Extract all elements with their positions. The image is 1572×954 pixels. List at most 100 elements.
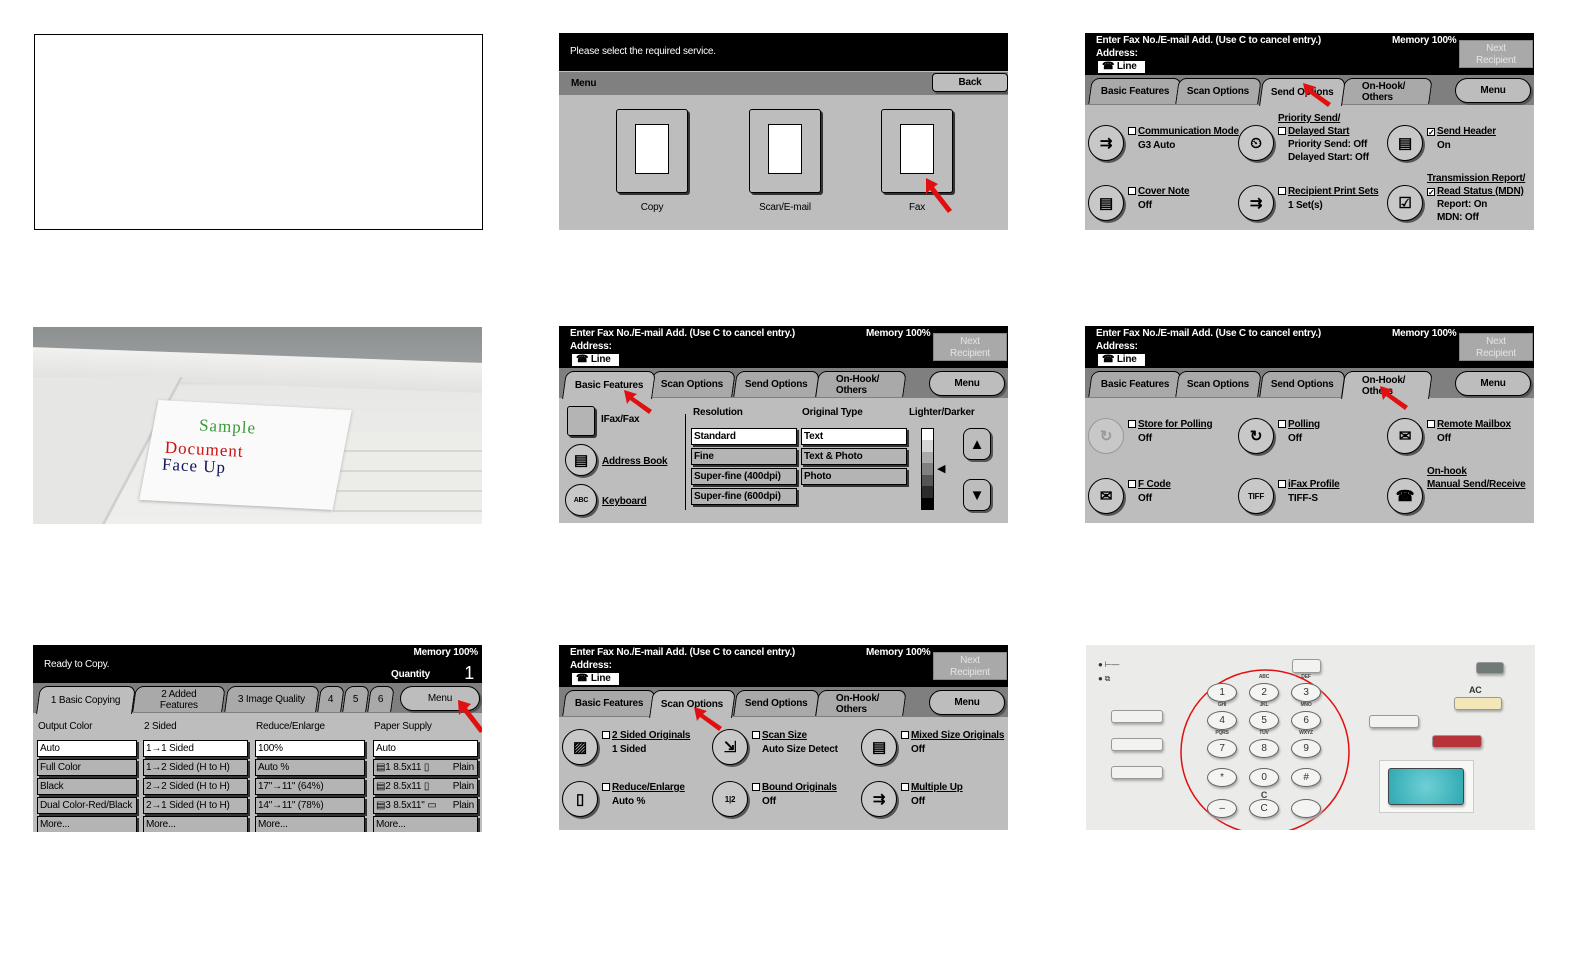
energy-saver-button[interactable] — [1476, 662, 1504, 674]
copy-option[interactable]: Dual Color-Red/Black — [37, 797, 137, 814]
option-store-for-polling[interactable]: Store for Polling Off — [1128, 419, 1213, 445]
keypad-key[interactable]: 0 — [1249, 768, 1279, 787]
next-recipient-button[interactable]: Next Recipient — [933, 652, 1007, 680]
option-polling[interactable]: Polling Off — [1278, 419, 1320, 445]
copy-option[interactable]: ▤2 8.5x11 ▯ Plain — [373, 778, 478, 795]
keyboard-icon[interactable]: ABC — [565, 484, 597, 516]
copy-option[interactable]: 1→1 Sided — [143, 740, 248, 757]
lighter-button[interactable]: ▲ — [963, 428, 991, 460]
communication-mode-icon[interactable]: ⇉ — [1088, 125, 1124, 161]
option-scan-size[interactable]: Scan Size Auto Size Detect — [752, 730, 838, 756]
tab-scan-options[interactable]: Scan Options — [1175, 371, 1262, 397]
keypad-key[interactable] — [1291, 799, 1321, 818]
copy-tab-2[interactable]: 2 Added Features — [132, 686, 226, 712]
copy-option[interactable]: 17"→11" (64%) — [255, 778, 365, 795]
next-recipient-button[interactable]: Next Recipient — [933, 333, 1007, 361]
tab-scan-options[interactable]: Scan Options — [649, 371, 736, 397]
bound-originals-icon[interactable]: 1|2 — [712, 781, 748, 817]
keypad-key[interactable]: 4 — [1207, 711, 1237, 730]
option-checkbox[interactable]: ✓ — [1427, 187, 1435, 196]
tab-on-hook-others[interactable]: On-Hook/ Others — [815, 690, 907, 716]
option-checkbox[interactable] — [1278, 187, 1286, 195]
keypad-key[interactable]: 5 — [1249, 711, 1279, 730]
two-sided-originals-icon[interactable]: ▨ — [562, 729, 598, 765]
recipient-print-sets-icon[interactable]: ⇉ — [1238, 185, 1274, 221]
address-book-button[interactable]: Address Book — [602, 456, 668, 469]
tab-send-options[interactable]: Send Options — [733, 371, 820, 397]
original-type-option[interactable]: Text & Photo — [801, 448, 907, 465]
tab-on-hook-others[interactable]: On-Hook/ Others — [815, 371, 907, 397]
copy-option[interactable]: Auto — [373, 740, 478, 757]
transmission-report-icon[interactable]: ☑ — [1387, 185, 1423, 221]
stop-button[interactable] — [1432, 735, 1482, 748]
tab-scan-options[interactable]: Scan Options — [1175, 78, 1262, 104]
polling-icon[interactable]: ↻ — [1238, 418, 1274, 454]
option-checkbox[interactable] — [1128, 480, 1136, 488]
one-touch-button[interactable] — [1111, 738, 1163, 751]
option-checkbox[interactable] — [1128, 420, 1136, 428]
all-clear-button[interactable] — [1454, 697, 1502, 710]
reduce-enlarge-icon[interactable]: ▯ — [562, 781, 598, 817]
ifax-profile-icon[interactable]: TIFF — [1238, 478, 1274, 514]
line-selector[interactable]: ☎ Line — [572, 673, 619, 685]
one-touch-button[interactable] — [1111, 710, 1163, 723]
option-checkbox[interactable] — [901, 783, 909, 791]
service-scanner-button[interactable] — [749, 109, 821, 193]
option-transmission-report[interactable]: Transmission Report/✓ Read Status (MDN) Re… — [1427, 173, 1525, 224]
one-touch-button[interactable] — [1111, 766, 1163, 779]
copy-option[interactable]: 14"→11" (78%) — [255, 797, 365, 814]
next-recipient-button[interactable]: Next Recipient — [1459, 40, 1533, 68]
option-checkbox[interactable]: ✓ — [1427, 128, 1435, 137]
menu-button[interactable]: Menu — [929, 371, 1005, 396]
send-header-icon[interactable]: ▤ — [1387, 125, 1423, 161]
option-cover-note[interactable]: Cover Note Off — [1128, 186, 1190, 212]
original-type-option[interactable]: Photo — [801, 468, 907, 485]
resolution-option[interactable]: Fine — [691, 448, 797, 465]
tab-basic-features[interactable]: Basic Features — [1088, 78, 1182, 104]
multiple-up-icon[interactable]: ⇉ — [861, 781, 897, 817]
on-hook-phone-icon[interactable]: ☎ — [1387, 478, 1423, 514]
line-selector[interactable]: ☎ Line — [572, 354, 619, 366]
tab-send-options[interactable]: Send Options — [1259, 371, 1346, 397]
copy-option[interactable]: Black — [37, 778, 137, 795]
keypad-key[interactable]: 8 — [1249, 739, 1279, 758]
option-multiple-up[interactable]: Multiple Up Off — [901, 782, 963, 808]
option-checkbox[interactable] — [1278, 420, 1286, 428]
option-checkbox[interactable] — [1128, 127, 1136, 135]
menu-button[interactable]: Menu — [929, 690, 1005, 715]
line-selector[interactable]: ☎ Line — [1098, 61, 1145, 73]
next-recipient-button[interactable]: Next Recipient — [1459, 333, 1533, 361]
option-communication-mode[interactable]: Communication Mode G3 Auto — [1128, 126, 1239, 152]
option-checkbox[interactable] — [1128, 187, 1136, 195]
resolution-option[interactable]: Super-fine (400dpi) — [691, 468, 797, 485]
interrupt-button[interactable] — [1369, 715, 1419, 728]
quantity-value[interactable]: 1 — [464, 663, 474, 684]
copy-option[interactable]: More... — [37, 816, 137, 832]
option-f-code[interactable]: F Code Off — [1128, 479, 1171, 505]
keypad-key[interactable]: 3 — [1291, 683, 1321, 702]
tab-send-options[interactable]: Send Options — [733, 690, 820, 716]
copy-tab-6[interactable]: 6 — [367, 686, 395, 712]
keypad-key[interactable]: – — [1207, 799, 1237, 818]
keypad-key[interactable]: 7 — [1207, 739, 1237, 758]
keypad-key[interactable]: 2 — [1249, 683, 1279, 702]
menu-button[interactable]: Menu — [1455, 371, 1531, 396]
mixed-size-originals-icon[interactable]: ▤ — [861, 729, 897, 765]
option-delayed-start[interactable]: Priority Send/Delayed Start Priority Send… — [1278, 113, 1369, 164]
copy-option[interactable]: 100% — [255, 740, 365, 757]
tab-basic-features[interactable]: Basic Features — [1088, 371, 1182, 397]
option-checkbox[interactable] — [752, 783, 760, 791]
option-recipient-print-sets[interactable]: Recipient Print Sets 1 Set(s) — [1278, 186, 1379, 212]
menu-button[interactable]: Menu — [1455, 78, 1531, 103]
copy-tab-4[interactable]: 4 — [317, 686, 345, 712]
copy-option[interactable]: 1→2 Sided (H to H) — [143, 759, 248, 776]
option-send-header[interactable]: ✓ Send Header On — [1427, 126, 1496, 152]
copy-option[interactable]: Full Color — [37, 759, 137, 776]
address-book-icon[interactable]: ▤ — [565, 444, 597, 476]
keypad-key[interactable]: * — [1207, 768, 1237, 787]
keypad-key[interactable]: C — [1249, 799, 1279, 818]
option-checkbox[interactable] — [752, 731, 760, 739]
back-button[interactable]: Back — [932, 73, 1008, 92]
tab-on-hook-others[interactable]: On-Hook/ Others — [1341, 78, 1433, 104]
option-checkbox[interactable] — [1278, 480, 1286, 488]
